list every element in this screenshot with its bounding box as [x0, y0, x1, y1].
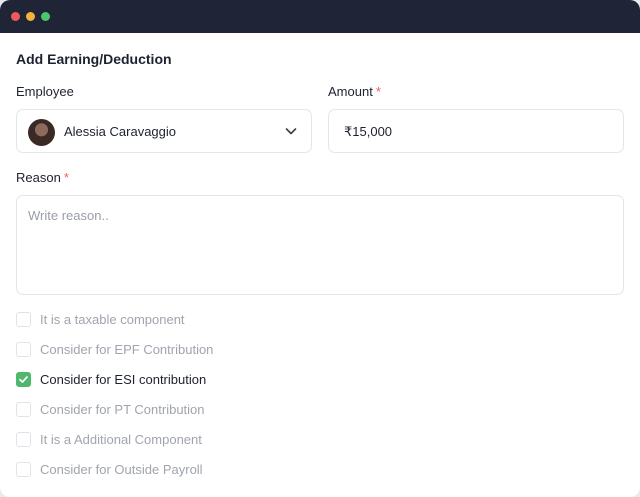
option-label: It is a taxable component	[40, 312, 185, 327]
app-window: Add Earning/Deduction Employee Alessia C…	[0, 0, 640, 497]
close-window-button[interactable]	[11, 12, 20, 21]
checkbox[interactable]	[16, 462, 31, 477]
amount-input[interactable]: ₹15,000	[328, 109, 624, 153]
option-label: Consider for EPF Contribution	[40, 342, 214, 357]
chevron-down-icon	[285, 128, 297, 135]
employee-select[interactable]: Alessia Caravaggio	[16, 109, 312, 153]
reason-placeholder: Write reason..	[28, 208, 109, 223]
minimize-window-button[interactable]	[26, 12, 35, 21]
required-mark: *	[375, 84, 381, 99]
option-label: Consider for PT Contribution	[40, 402, 205, 417]
checkbox-checked[interactable]	[16, 372, 31, 387]
maximize-window-button[interactable]	[41, 12, 50, 21]
checkbox[interactable]	[16, 312, 31, 327]
amount-label: Amount *	[328, 84, 381, 99]
option-label: Consider for Outside Payroll	[40, 462, 203, 477]
checkbox[interactable]	[16, 402, 31, 417]
employee-label: Employee	[16, 84, 74, 99]
checkbox[interactable]	[16, 432, 31, 447]
avatar	[28, 119, 55, 146]
employee-selected-name: Alessia Caravaggio	[64, 124, 177, 139]
amount-value: ₹15,000	[344, 124, 393, 139]
checkmark-icon	[19, 376, 28, 383]
form-title: Add Earning/Deduction	[16, 51, 172, 67]
reason-label: Reason *	[16, 170, 69, 185]
option-label: It is a Additional Component	[40, 432, 202, 447]
form-panel: Add Earning/Deduction Employee Alessia C…	[5, 33, 636, 491]
option-label: Consider for ESI contribution	[40, 372, 207, 387]
checkbox[interactable]	[16, 342, 31, 357]
required-mark: *	[63, 170, 69, 185]
reason-textarea[interactable]: Write reason..	[16, 195, 624, 295]
title-bar	[0, 0, 640, 33]
